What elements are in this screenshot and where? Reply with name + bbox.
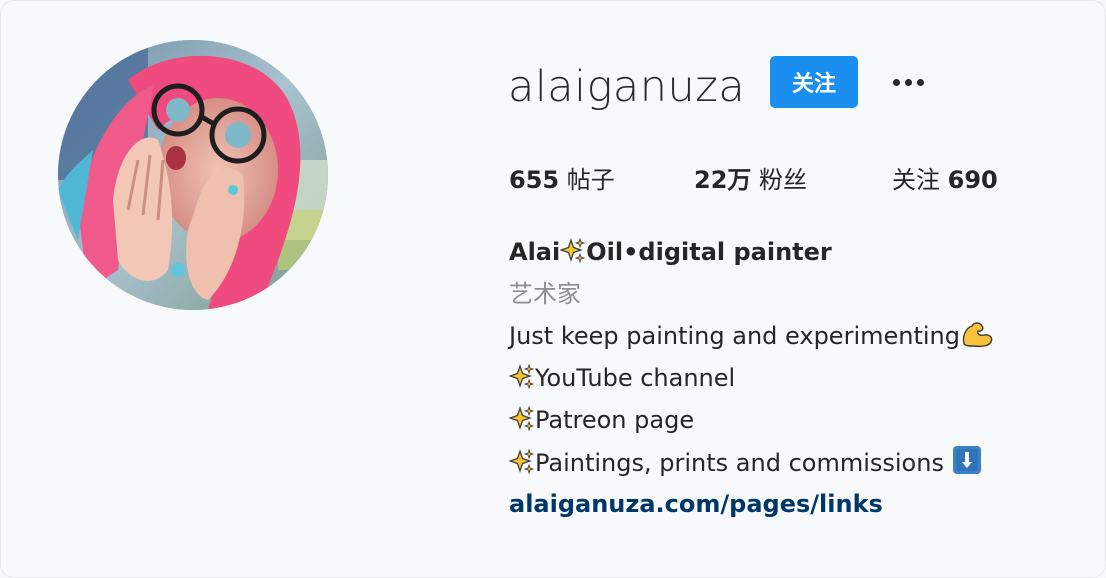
posts-count: 655 bbox=[509, 166, 560, 194]
bio-display-name: Alai Oil•digital painter bbox=[509, 235, 832, 273]
bio-name-prefix: Alai bbox=[509, 238, 561, 266]
bio-youtube: YouTube channel bbox=[535, 364, 736, 392]
avatar-painting-image bbox=[58, 40, 328, 310]
bio-patreon: Patreon page bbox=[535, 406, 695, 434]
sparkles-icon bbox=[559, 237, 586, 273]
bio-paintings: Paintings, prints and commissions bbox=[535, 449, 952, 477]
bio-name-suffix: Oil•digital painter bbox=[586, 238, 832, 266]
more-dots-icon bbox=[892, 78, 900, 86]
bio-category: 艺术家 bbox=[509, 280, 581, 308]
bio-website-link[interactable]: alaiganuza.com/pages/links bbox=[509, 487, 883, 521]
more-dots-icon-dot bbox=[916, 78, 924, 86]
bio-paintings-line: Paintings, prints and commissions bbox=[508, 445, 982, 484]
stat-following[interactable]: 关注 690 bbox=[892, 160, 998, 200]
more-dots-icon-dot bbox=[904, 78, 912, 86]
sparkles-icon bbox=[508, 448, 535, 484]
bio-patreon-line: Patreon page bbox=[508, 403, 695, 441]
following-count: 690 bbox=[947, 166, 998, 194]
follow-button[interactable]: 关注 bbox=[770, 56, 858, 108]
stat-followers[interactable]: 22万 粉丝 bbox=[694, 160, 807, 200]
following-label: 关注 bbox=[892, 166, 940, 194]
profile-username: alaiganuza bbox=[508, 62, 746, 112]
sparkles-icon bbox=[508, 405, 535, 441]
profile-avatar[interactable] bbox=[58, 40, 328, 310]
bio-tagline: Just keep painting and experimenting bbox=[509, 322, 960, 350]
followers-label: 粉丝 bbox=[759, 166, 808, 194]
sparkles-icon bbox=[508, 363, 535, 399]
bio-tagline-line: Just keep painting and experimenting bbox=[509, 319, 994, 357]
flexed-biceps-icon bbox=[960, 320, 994, 357]
more-options-button[interactable] bbox=[886, 68, 930, 96]
arrow-down-icon bbox=[952, 445, 982, 484]
posts-label: 帖子 bbox=[566, 166, 615, 194]
bio-youtube-line: YouTube channel bbox=[508, 361, 736, 399]
stat-posts: 655 帖子 bbox=[509, 160, 615, 200]
followers-count: 22万 bbox=[694, 166, 752, 194]
